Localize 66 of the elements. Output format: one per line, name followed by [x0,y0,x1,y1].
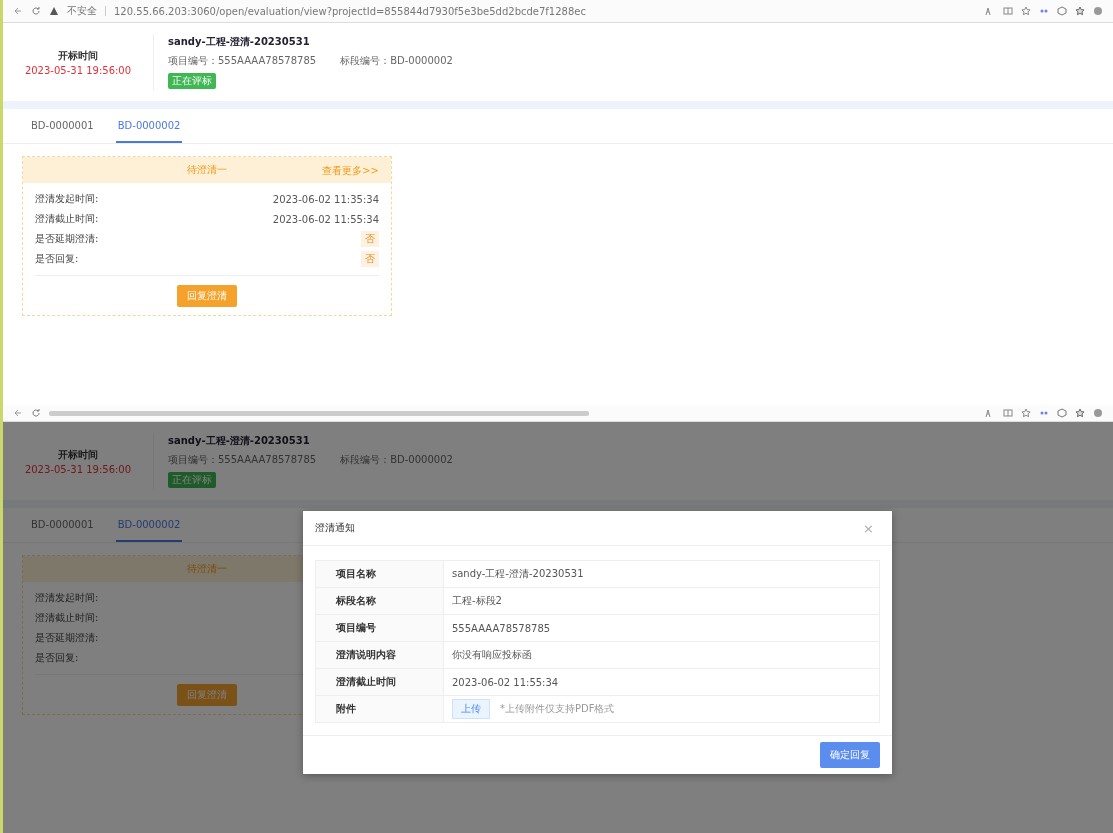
open-time-label: 开标时间 [58,48,98,63]
project-title: sandy-工程-澄清-20230531 [168,35,311,49]
refresh-icon[interactable] [31,6,41,16]
warning-icon [49,6,59,16]
reader-icon[interactable] [1003,6,1013,16]
project-title: sandy-工程-澄清-20230531 [168,434,311,448]
favorites-icon[interactable] [1075,6,1085,16]
field-label: 澄清截止时间: [35,611,99,625]
field-label: 澄清发起时间: [35,591,99,605]
address-bar[interactable]: 120.55.66.203:3060/open/evaluation/view?projectId=855844d7930f5e3be5dd2bcde7f1288ec [114,5,586,17]
close-button[interactable]: × [857,519,880,537]
project-meta: 标段编号：BD-0000002 [340,54,453,68]
hexagon-icon[interactable] [1057,6,1067,16]
table-header-cell: 项目编号 [316,615,444,641]
section-tab[interactable]: BD-0000001 [29,508,96,542]
security-label: 不安全 [67,4,97,18]
field-label: 是否延期澄清: [35,631,99,645]
table-header-cell: 澄清截止时间 [316,669,444,695]
back-arrow-icon[interactable] [13,408,23,418]
table-header-cell: 标段名称 [316,588,444,614]
value-tag: 否 [361,231,379,247]
profile-icon[interactable] [1093,6,1103,16]
field-label: 是否回复: [35,252,79,266]
status-tag: 正在评标 [168,73,216,89]
table-header-cell: 附件 [316,696,444,722]
back-arrow-icon[interactable] [13,6,23,16]
refresh-icon[interactable] [31,408,41,418]
field-value: 2023-06-02 11:55:34 [272,213,379,225]
project-meta: 项目编号：555AAAA78578785 [168,453,317,467]
field-label: 是否延期澄清: [35,232,99,246]
section-tab[interactable]: BD-0000002 [115,508,183,542]
table-header-cell: 澄清说明内容 [316,642,444,668]
table-header-cell: 项目名称 [316,561,444,587]
reply-button[interactable]: 回复澄清 [177,684,237,706]
section-tab[interactable]: BD-0000001 [29,109,96,143]
upload-button[interactable]: 上传 [452,699,490,719]
status-tag: 正在评标 [168,472,216,488]
confirm-reply-button[interactable]: 确定回复 [820,742,880,768]
profile-icon[interactable] [1093,408,1103,418]
table-cell-text: 2023-06-02 11:55:34 [451,675,560,690]
open-time-label: 开标时间 [58,447,98,462]
hexagon-icon[interactable] [1057,408,1067,418]
card-title: 待澄清一 [187,163,227,177]
upload-hint: *上传附件仅支持PDF格式 [500,702,615,716]
dialog-title: 澄清通知 [315,521,355,535]
open-time: 2023-05-31 19:56:00 [24,463,132,475]
table-cell-text: 你没有响应投标函 [451,648,533,662]
address-bar[interactable] [49,410,589,416]
field-label: 澄清发起时间: [35,192,99,206]
table-cell-text: sandy-工程-澄清-20230531 [451,567,585,581]
table-cell-text: 工程-标段2 [451,594,503,608]
table-cell-text: 555AAAA78578785 [451,621,552,636]
star-icon[interactable] [1021,408,1031,418]
favorites-icon[interactable] [1075,408,1085,418]
section-tab[interactable]: BD-0000002 [115,109,183,143]
reply-button[interactable]: 回复澄清 [177,285,237,307]
field-value: 2023-06-02 11:35:34 [272,193,379,205]
project-meta: 标段编号：BD-0000002 [340,453,453,467]
field-label: 是否回复: [35,651,79,665]
reader-icon[interactable] [1003,408,1013,418]
open-time: 2023-05-31 19:56:00 [24,64,132,76]
value-tag: 否 [361,251,379,267]
field-label: 澄清截止时间: [35,212,99,226]
star-icon[interactable] [1021,6,1031,16]
project-meta: 项目编号：555AAAA78578785 [168,54,317,68]
view-more-link[interactable]: 查看更多>> [322,164,379,178]
